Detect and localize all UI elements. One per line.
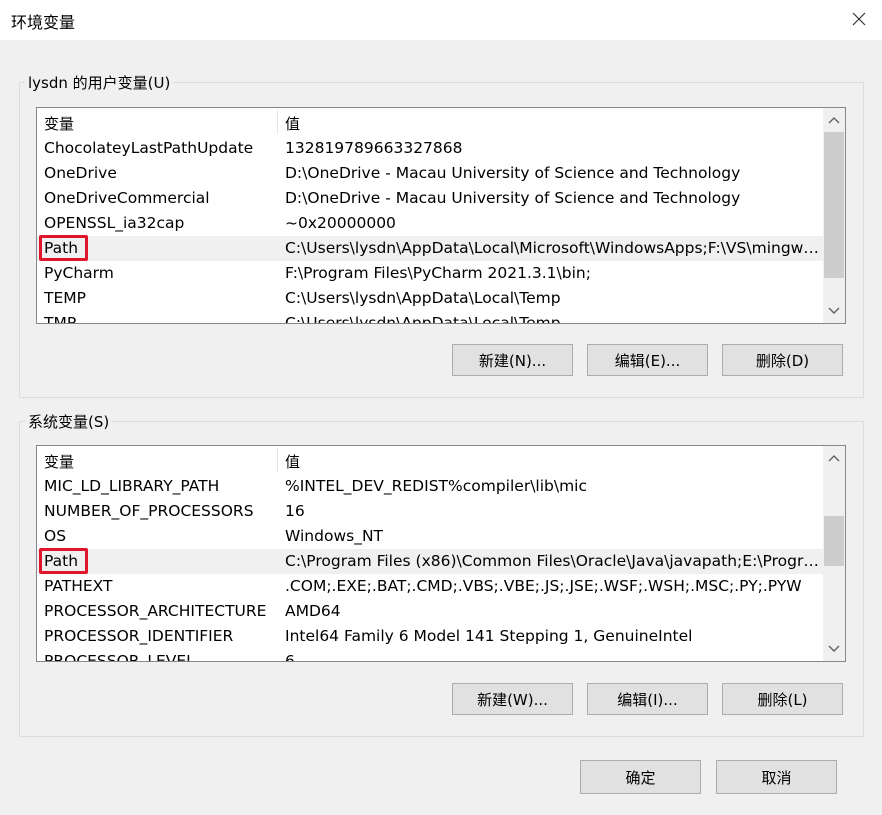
variable-value: .COM;.EXE;.BAT;.CMD;.VBS;.VBE;.JS;.JSE;.… <box>285 577 802 595</box>
system-delete-button[interactable]: 删除(L) <box>722 683 843 715</box>
list-header: 变量 值 <box>37 108 823 136</box>
variable-value: D:\OneDrive - Macau University of Scienc… <box>285 164 741 182</box>
table-row[interactable]: ChocolateyLastPathUpdate 1328197896633278… <box>37 136 823 161</box>
user-variables-list[interactable]: 变量 值 ChocolateyLastPathUpdate 13281978966… <box>36 107 846 324</box>
chevron-up-icon[interactable] <box>823 110 845 132</box>
table-row[interactable]: PROCESSOR_LEVEL 6 <box>37 649 823 662</box>
column-divider[interactable] <box>277 448 278 472</box>
variable-name: PyCharm <box>44 264 114 282</box>
variable-value: Windows_NT <box>285 527 384 545</box>
user-variables-label: lysdn 的用户变量(U) <box>25 73 174 93</box>
variable-value: 132819789663327868 <box>285 139 463 157</box>
table-row[interactable]: PROCESSOR_ARCHITECTURE AMD64 <box>37 599 823 624</box>
variable-value: C:\Users\lysdn\AppData\Local\Microsoft\W… <box>285 239 819 257</box>
table-row[interactable]: Path C:\Users\lysdn\AppData\Local\Microso… <box>37 235 823 261</box>
scrollbar-thumb[interactable] <box>824 516 844 566</box>
title-bar: 环境变量 <box>0 0 882 40</box>
table-row[interactable]: TEMP C:\Users\lysdn\AppData\Local\Temp <box>37 286 823 311</box>
system-variables-label: 系统变量(S) <box>25 412 113 432</box>
highlight-box <box>39 235 88 261</box>
table-row[interactable]: OneDrive D:\OneDrive - Macau University o… <box>37 161 823 186</box>
window-title: 环境变量 <box>11 13 76 32</box>
column-divider[interactable] <box>277 110 278 134</box>
system-list-scrollbar[interactable] <box>823 446 845 661</box>
variable-value: 16 <box>285 502 305 520</box>
variable-value: %INTEL_DEV_REDIST%compiler\lib\mic <box>285 477 588 495</box>
user-edit-button[interactable]: 编辑(E)... <box>587 344 708 376</box>
column-header-name[interactable]: 变量 <box>44 113 74 134</box>
variable-value: 6 <box>285 652 295 662</box>
table-row[interactable]: Path C:\Program Files (x86)\Common Files\… <box>37 548 823 574</box>
variable-name: PATHEXT <box>44 577 113 595</box>
variable-name: MIC_LD_LIBRARY_PATH <box>44 477 220 495</box>
variable-name: OneDrive <box>44 164 117 182</box>
variable-name: ChocolateyLastPathUpdate <box>44 139 254 157</box>
table-row[interactable]: OneDriveCommercial D:\OneDrive - Macau Un… <box>37 186 823 211</box>
column-header-value[interactable]: 值 <box>285 451 300 472</box>
table-row[interactable]: TMP C:\Users\lysdn\AppData\Local\Temp <box>37 311 823 324</box>
table-row[interactable]: MIC_LD_LIBRARY_PATH %INTEL_DEV_REDIST%com… <box>37 474 823 499</box>
variable-value: AMD64 <box>285 602 341 620</box>
list-header: 变量 值 <box>37 446 823 474</box>
variable-value: D:\OneDrive - Macau University of Scienc… <box>285 189 741 207</box>
close-icon[interactable] <box>848 8 870 30</box>
highlight-box <box>39 548 88 574</box>
ok-button[interactable]: 确定 <box>580 760 701 794</box>
variable-name: NUMBER_OF_PROCESSORS <box>44 502 254 520</box>
column-header-value[interactable]: 值 <box>285 113 300 134</box>
variable-name: PROCESSOR_ARCHITECTURE <box>44 602 267 620</box>
cancel-button[interactable]: 取消 <box>716 760 837 794</box>
variable-name: OneDriveCommercial <box>44 189 210 207</box>
variable-value: F:\Program Files\PyCharm 2021.3.1\bin; <box>285 264 591 282</box>
variable-value: C:\Users\lysdn\AppData\Local\Temp <box>285 314 561 324</box>
table-row[interactable]: PATHEXT .COM;.EXE;.BAT;.CMD;.VBS;.VBE;.JS… <box>37 574 823 599</box>
chevron-down-icon[interactable] <box>823 299 845 321</box>
table-row[interactable]: PyCharm F:\Program Files\PyCharm 2021.3.1… <box>37 261 823 286</box>
chevron-down-icon[interactable] <box>823 637 845 659</box>
variable-name: PROCESSOR_IDENTIFIER <box>44 627 234 645</box>
table-row[interactable]: NUMBER_OF_PROCESSORS 16 <box>37 499 823 524</box>
user-delete-button[interactable]: 删除(D) <box>722 344 843 376</box>
variable-value: Intel64 Family 6 Model 141 Stepping 1, G… <box>285 627 693 645</box>
user-list-scrollbar[interactable] <box>823 108 845 323</box>
column-header-name[interactable]: 变量 <box>44 451 74 472</box>
variable-value: ~0x20000000 <box>285 214 396 232</box>
variable-value: C:\Program Files (x86)\Common Files\Orac… <box>285 552 819 570</box>
variable-name: PROCESSOR_LEVEL <box>44 652 195 662</box>
system-edit-button[interactable]: 编辑(I)... <box>587 683 708 715</box>
variable-name: TEMP <box>44 289 86 307</box>
variable-name: OS <box>44 527 67 545</box>
chevron-up-icon[interactable] <box>823 448 845 470</box>
variable-name: TMP <box>44 314 77 324</box>
scrollbar-thumb[interactable] <box>824 132 844 278</box>
variable-value: C:\Users\lysdn\AppData\Local\Temp <box>285 289 561 307</box>
variable-name: OPENSSL_ia32cap <box>44 214 185 232</box>
user-new-button[interactable]: 新建(N)... <box>452 344 573 376</box>
table-row[interactable]: PROCESSOR_IDENTIFIER Intel64 Family 6 Mod… <box>37 624 823 649</box>
system-new-button[interactable]: 新建(W)... <box>452 683 573 715</box>
table-row[interactable]: OPENSSL_ia32cap ~0x20000000 <box>37 211 823 236</box>
system-variables-list[interactable]: 变量 值 MIC_LD_LIBRARY_PATH %INTEL_DEV_REDIS… <box>36 445 846 662</box>
table-row[interactable]: OS Windows_NT <box>37 524 823 549</box>
